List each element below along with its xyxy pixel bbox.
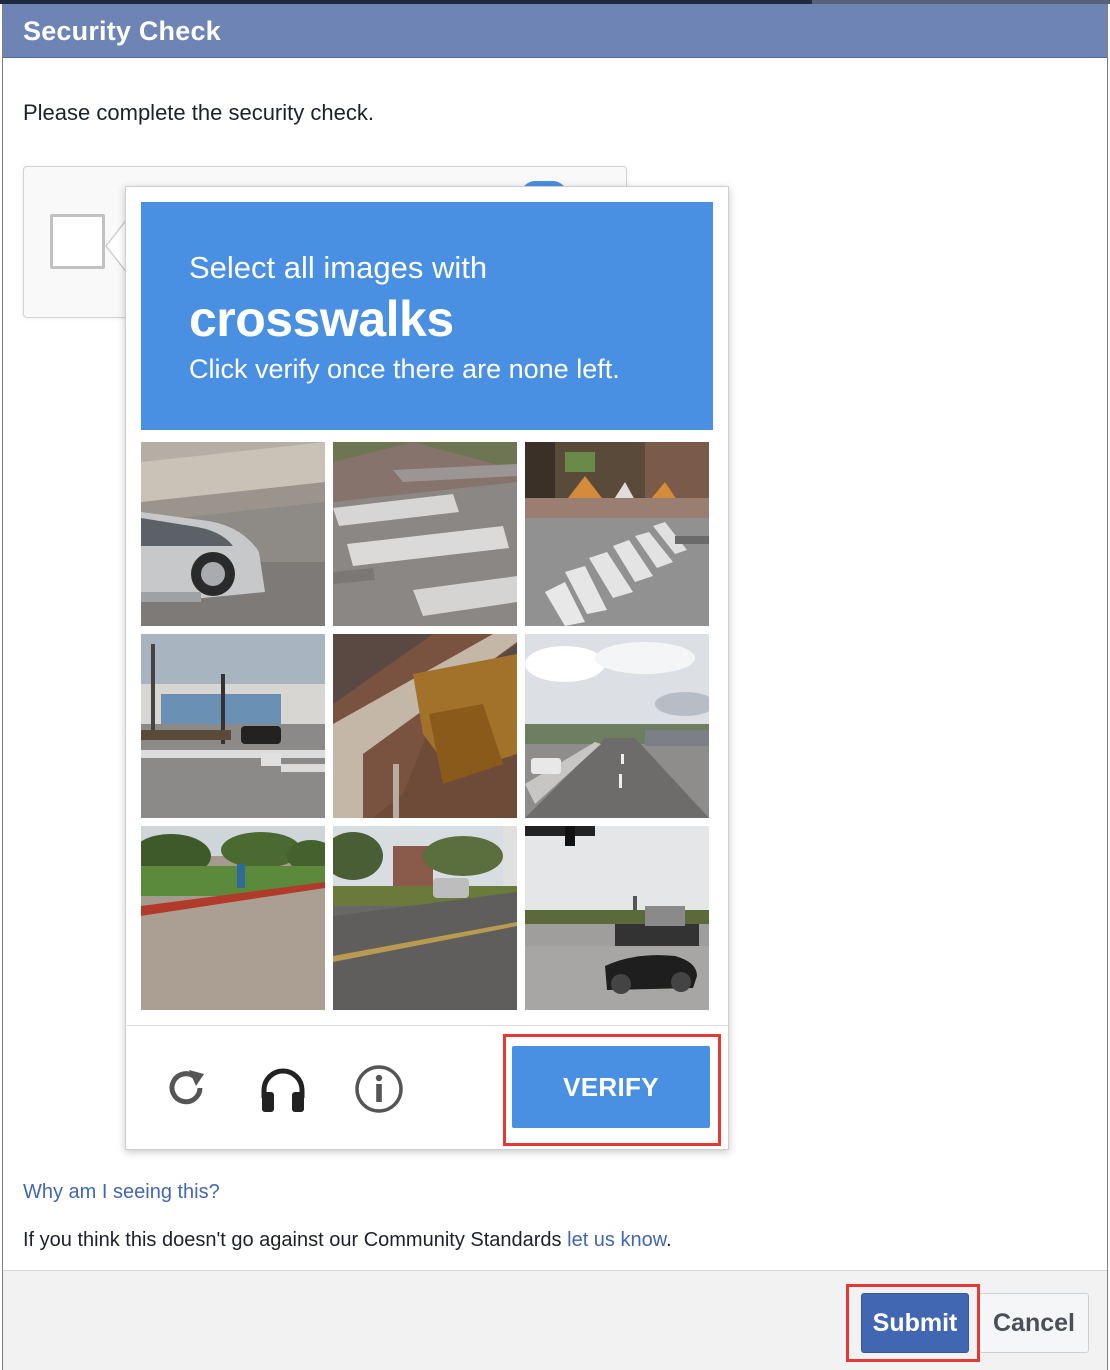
captcha-image-grid [141, 442, 711, 1012]
prompt-keyword: crosswalks [189, 291, 454, 347]
captcha-tile-2[interactable] [333, 442, 517, 626]
captcha-prompt: Select all images with crosswalks Click … [141, 202, 713, 430]
standards-end: . [666, 1229, 672, 1251]
captcha-tile-4[interactable] [141, 634, 325, 818]
security-check-dialog: Security Check Please complete the secur… [2, 4, 1108, 1370]
captcha-tile-8[interactable] [333, 826, 517, 1010]
verify-button[interactable]: VERIFY [512, 1046, 710, 1128]
submit-button[interactable]: Submit [861, 1293, 969, 1353]
cancel-button[interactable]: Cancel [979, 1293, 1089, 1353]
recaptcha-checkbox[interactable] [50, 214, 105, 269]
captcha-tile-5[interactable] [333, 634, 517, 818]
standards-text: If you think this doesn't go against our… [23, 1229, 568, 1251]
prompt-line2: Click verify once there are none left. [189, 354, 620, 384]
captcha-tile-3[interactable] [525, 442, 709, 626]
why-am-i-seeing-this-link[interactable]: Why am I seeing this? [23, 1181, 220, 1204]
captcha-tile-7[interactable] [141, 826, 325, 1010]
captcha-tile-9[interactable] [525, 826, 709, 1010]
info-icon[interactable] [354, 1064, 404, 1114]
community-standards-text: If you think this doesn't go against our… [23, 1229, 672, 1252]
captcha-footer: VERIFY [126, 1025, 728, 1149]
let-us-know-link[interactable]: let us know [567, 1229, 666, 1251]
prompt-line1: Select all images with [189, 250, 488, 285]
reload-icon[interactable] [162, 1064, 212, 1114]
captcha-tile-6[interactable] [525, 634, 709, 818]
dialog-title: Security Check [23, 16, 221, 46]
headphones-icon[interactable] [258, 1064, 308, 1114]
dialog-button-bar: Submit Cancel [3, 1270, 1107, 1370]
captcha-challenge-popup: Select all images with crosswalks Click … [125, 186, 729, 1150]
intro-text: Please complete the security check. [23, 100, 374, 125]
captcha-tile-1[interactable] [141, 442, 325, 626]
dialog-titlebar: Security Check [3, 4, 1107, 58]
